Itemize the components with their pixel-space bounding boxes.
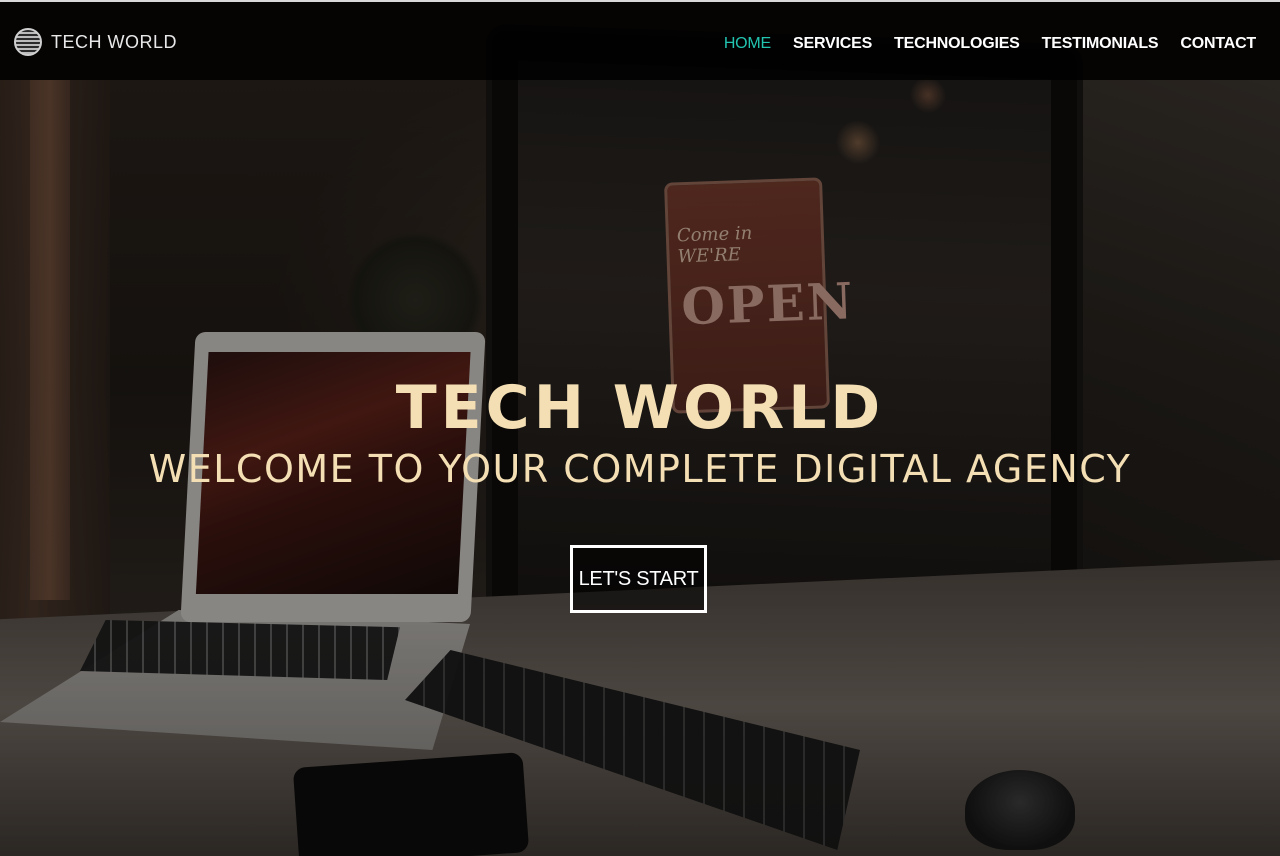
- navbar: TECH WORLD HOME SERVICES TECHNOLOGIES TE…: [0, 0, 1280, 80]
- nav-item-contact[interactable]: CONTACT: [1180, 35, 1256, 53]
- main-nav: HOME SERVICES TECHNOLOGIES TESTIMONIALS …: [724, 35, 1256, 53]
- nav-item-testimonials[interactable]: TESTIMONIALS: [1042, 35, 1159, 53]
- globe-logo-icon: [14, 28, 42, 56]
- hero-subtitle: WELCOME TO YOUR COMPLETE DIGITAL AGENCY: [148, 447, 1132, 491]
- page: Come in WE'RE OPEN TECH WORLD HOME SERVI…: [0, 0, 1280, 856]
- nav-item-technologies[interactable]: TECHNOLOGIES: [894, 35, 1020, 53]
- lets-start-button[interactable]: LET'S START: [570, 545, 707, 613]
- nav-item-home[interactable]: HOME: [724, 35, 771, 53]
- brand-name: TECH WORLD: [51, 31, 177, 52]
- nav-item-services[interactable]: SERVICES: [793, 35, 872, 53]
- brand-link[interactable]: TECH WORLD: [14, 22, 177, 62]
- hero-title: TECH WORLD: [395, 373, 885, 444]
